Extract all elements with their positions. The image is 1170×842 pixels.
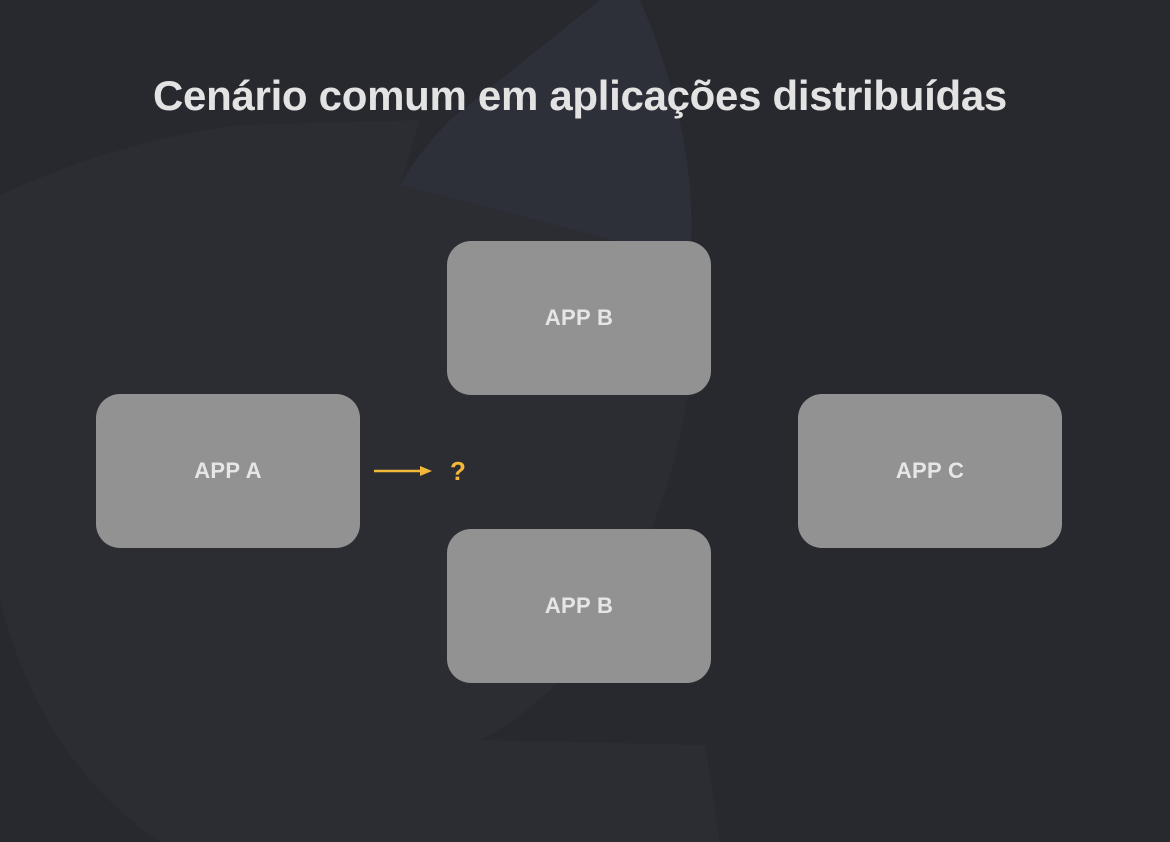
- right-arrow-icon: [374, 466, 432, 476]
- app-c-box: APP C: [798, 394, 1062, 548]
- app-b-top-label: APP B: [544, 305, 614, 330]
- arrow-head: [420, 466, 432, 476]
- app-b-top-box: APP B: [447, 241, 711, 395]
- app-b-bottom-box: APP B: [447, 529, 711, 683]
- slide-title: Cenário comum em aplicações distribuídas: [153, 72, 1007, 119]
- app-a-label: APP A: [194, 458, 262, 483]
- app-a-box: APP A: [96, 394, 360, 548]
- app-b-bottom-label: APP B: [544, 593, 614, 618]
- app-c-label: APP C: [895, 458, 965, 483]
- unknown-target-question-mark: ?: [450, 456, 466, 486]
- slide: Cenário comum em aplicações distribuídas…: [0, 0, 1170, 842]
